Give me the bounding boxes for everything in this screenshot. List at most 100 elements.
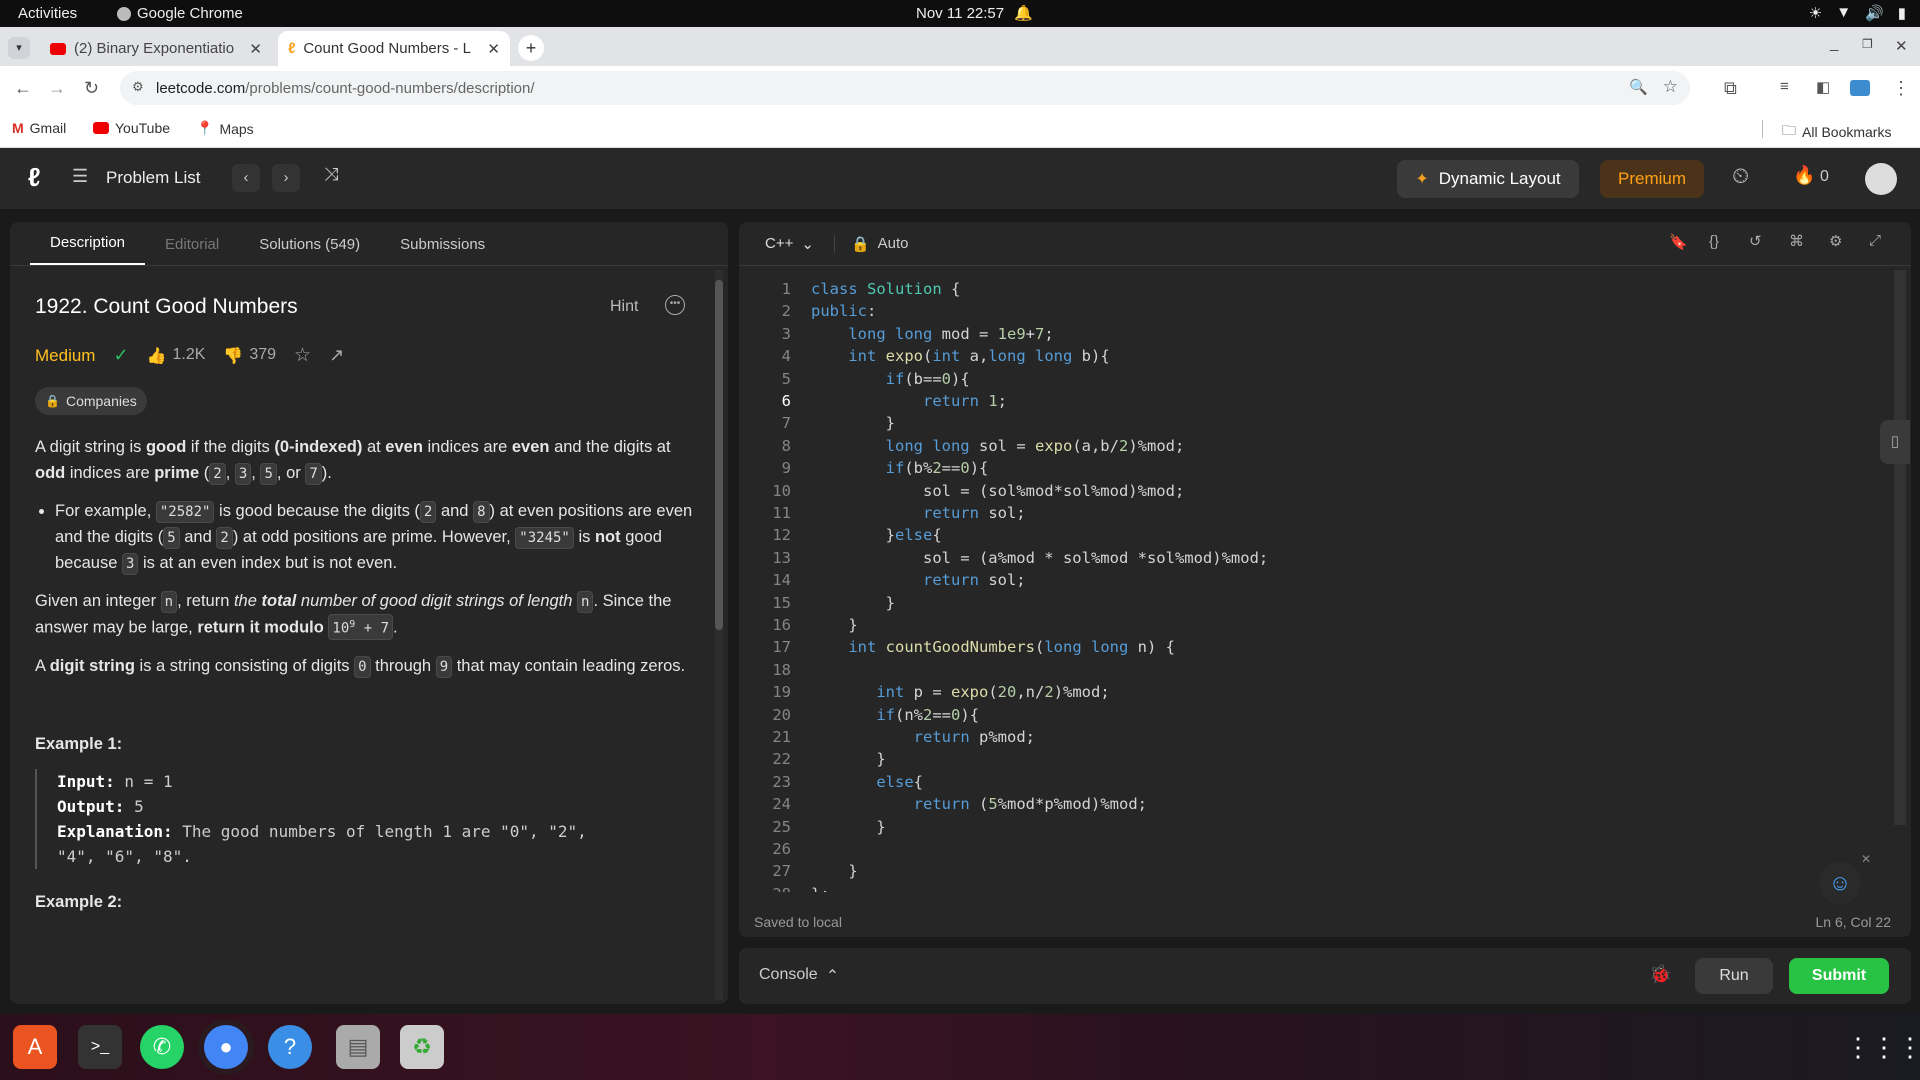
extensions-icon[interactable]: ⧉ [1724,78,1737,99]
app-center-icon[interactable]: A [13,1025,57,1069]
code-line[interactable]: } [811,594,895,612]
run-button[interactable]: Run [1695,958,1773,994]
dislike-button[interactable]: 👎 379 [223,346,276,366]
code-area[interactable]: 1 class Solution {2 public: 3 long long mod… [739,272,1869,892]
tab-editorial[interactable]: Editorial [145,236,239,265]
close-tab-icon[interactable]: ✕ [249,40,262,58]
code-line[interactable]: return p%mod; [811,728,1035,746]
companies-tag[interactable]: 🔒 Companies [35,387,147,415]
active-app[interactable]: Google Chrome [117,5,243,22]
activities-button[interactable]: Activities [18,5,77,22]
code-line[interactable]: public: [811,302,876,320]
terminal-icon[interactable]: >_ [78,1025,122,1069]
close-feedback-icon[interactable]: ✕ [1861,852,1871,866]
like-button[interactable]: 👍 1.2K [147,346,206,366]
avatar[interactable] [1865,163,1897,195]
reload-icon[interactable]: ↻ [84,78,99,99]
code-line[interactable]: } [811,414,895,432]
tab-search-icon[interactable]: ▾ [8,37,30,59]
feedback-chat-icon[interactable]: ☺ [1819,862,1861,904]
clock[interactable]: Nov 11 22:57 🔔 [916,4,1033,23]
streak-icon[interactable]: 🔥 [1793,165,1815,186]
close-window-icon[interactable]: ✕ [1895,37,1908,55]
code-line[interactable]: if(b==0){ [811,370,970,388]
bookmark-icon[interactable]: 🔖 [1669,233,1688,251]
notes-side-icon[interactable]: ▯ [1880,420,1910,464]
code-line[interactable]: } [811,750,885,768]
hint-button[interactable]: Hint [610,298,638,316]
code-line[interactable]: sol = (sol%mod*sol%mod)%mod; [811,482,1184,500]
media-icon[interactable]: ≡ [1780,78,1789,95]
profile-icon[interactable] [1850,80,1870,96]
bookmark-star-icon[interactable]: ☆ [1663,77,1678,97]
console-toggle[interactable]: Console ⌃ [759,966,839,986]
minimize-icon[interactable]: _ [1830,35,1838,52]
close-tab-icon[interactable]: ✕ [487,40,500,58]
new-tab-button[interactable]: + [518,35,544,61]
editor-scrollbar[interactable] [1894,270,1906,825]
code-line[interactable]: int p = expo(20,n/2)%mod; [811,683,1109,701]
code-line[interactable]: long long sol = expo(a,b/2)%mod; [811,437,1185,455]
auto-mode[interactable]: 🔒 Auto [833,234,908,253]
zoom-icon[interactable]: 🔍 [1629,78,1648,96]
back-icon[interactable]: ← [14,78,32,99]
prev-problem-button[interactable]: ‹ [232,164,260,192]
trash-icon[interactable]: ♻ [400,1025,444,1069]
code-line[interactable]: }; [811,885,830,892]
bookmark-youtube[interactable]: YouTube [93,120,170,136]
reset-icon[interactable]: ↺ [1749,232,1762,250]
site-info-icon[interactable]: ⚙ [132,79,144,95]
tab-leetcode[interactable]: ℓ Count Good Numbers - L ✕ [278,31,510,66]
tab-youtube[interactable]: (2) Binary Exponentiatio ✕ [40,31,272,66]
code-line[interactable]: if(n%2==0){ [811,706,979,724]
tab-submissions[interactable]: Submissions [380,236,505,265]
code-line[interactable]: } [811,616,857,634]
restore-icon[interactable]: ❐ [1862,37,1873,51]
problem-list-button[interactable]: Problem List [106,168,200,188]
format-braces-icon[interactable]: {} [1709,233,1719,250]
code-line[interactable]: if(b%2==0){ [811,459,989,477]
submit-button[interactable]: Submit [1789,958,1889,994]
address-bar[interactable]: ⚙ leetcode.com/problems/count-good-numbe… [120,71,1690,105]
code-line[interactable]: }else{ [811,526,942,544]
bookmark-maps[interactable]: 📍 Maps [196,120,254,137]
code-line[interactable]: return (5%mod*p%mod)%mod; [811,795,1147,813]
code-line[interactable]: sol = (a%mod * sol%mod *sol%mod)%mod; [811,549,1268,567]
debug-bug-icon[interactable]: 🐞 [1649,964,1671,985]
more-options-icon[interactable]: ••• [665,295,685,315]
system-tray[interactable]: ☀ ▼ 🔊 ▮ [1809,4,1906,22]
fullscreen-icon[interactable]: ⤢ [1869,232,1881,249]
language-select[interactable]: C++ ⌄ [765,235,814,253]
shortcuts-icon[interactable]: ⌘ [1789,232,1804,250]
menu-icon[interactable]: ⋮ [1892,78,1910,99]
settings-gear-icon[interactable]: ⚙ [1829,232,1842,250]
share-icon[interactable]: ↗ [329,345,344,366]
favorite-star-icon[interactable]: ☆ [294,344,311,367]
whatsapp-icon[interactable]: ✆ [140,1025,184,1069]
help-icon[interactable]: ? [268,1025,312,1069]
app-grid-icon[interactable]: ⋮⋮⋮ [1845,1025,1920,1069]
dynamic-layout-button[interactable]: ✦ Dynamic Layout [1397,160,1579,198]
code-line[interactable]: int expo(int a,long long b){ [811,347,1109,365]
forward-icon[interactable]: → [48,78,66,99]
chrome-icon[interactable]: ● [204,1025,248,1069]
code-line[interactable]: return sol; [811,504,1026,522]
tab-description[interactable]: Description [30,234,146,265]
next-problem-button[interactable]: › [272,164,300,192]
tab-solutions[interactable]: Solutions (549) [239,236,380,265]
files-icon[interactable]: ▤ [336,1025,380,1069]
all-bookmarks[interactable]: 🗀 All Bookmarks [1782,120,1891,144]
description-scrollbar[interactable] [715,270,723,1000]
code-line[interactable]: } [811,862,857,880]
code-line[interactable]: return sol; [811,571,1026,589]
side-panel-icon[interactable]: ◧ [1816,78,1830,96]
code-line[interactable]: class Solution { [811,280,960,298]
timer-icon[interactable]: ⏲ [1732,163,1749,189]
code-line[interactable]: int countGoodNumbers(long long n) { [811,638,1175,656]
premium-button[interactable]: Premium [1600,160,1704,198]
code-line[interactable]: else{ [811,773,923,791]
bookmark-gmail[interactable]: M Gmail [12,120,66,136]
code-line[interactable]: long long mod = 1e9+7; [811,325,1053,343]
code-line[interactable]: } [811,818,885,836]
leetcode-logo[interactable]: ℓ [28,162,41,193]
